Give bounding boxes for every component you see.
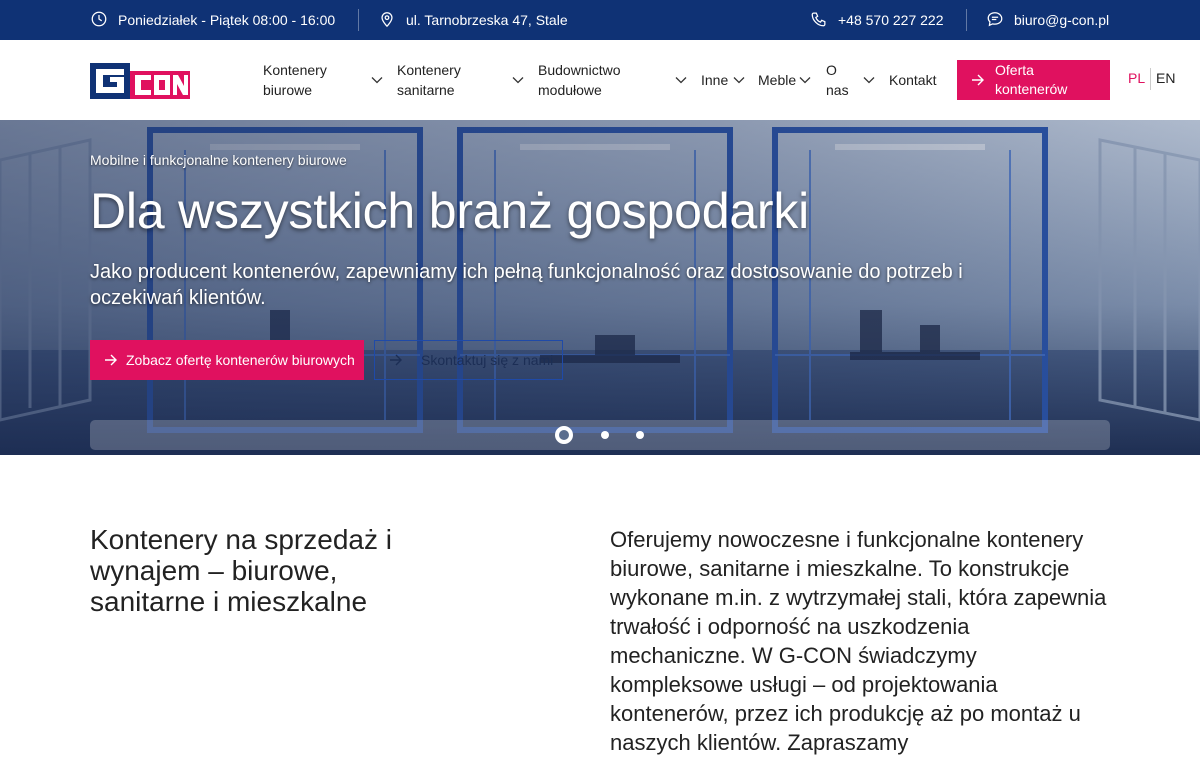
oferta-kontenerow-button[interactable]: Oferta kontenerów — [957, 60, 1110, 100]
nav-label: sanitarne — [397, 82, 455, 98]
nav-meble[interactable]: Meble — [758, 40, 814, 120]
intro-text: Oferujemy nowoczesne i funkcjonalne kont… — [610, 527, 1107, 755]
contact-us-button[interactable]: Skontaktuj się z nami — [374, 340, 563, 380]
hero-eyebrow: Mobilne i funkcjonalne kontenery biurowe — [90, 152, 347, 168]
chevron-down-icon — [675, 77, 687, 84]
opening-hours: Poniedziałek - Piątek 08:00 - 16:00 — [90, 0, 335, 40]
chevron-down-icon — [799, 77, 811, 84]
gcon-logo[interactable] — [90, 63, 190, 99]
nav-label: O — [826, 62, 837, 78]
clock-icon — [90, 10, 108, 31]
chevron-down-icon — [863, 77, 875, 84]
nav-label: biurowe — [263, 82, 313, 98]
opening-hours-text: Poniedziałek - Piątek 08:00 - 16:00 — [118, 12, 336, 28]
address-text: ul. Tarnobrzeska 47, Stale — [406, 12, 568, 28]
chevron-down-icon — [512, 77, 524, 84]
email-link[interactable]: biuro@g-con.pl — [986, 0, 1109, 40]
nav-inne[interactable]: Inne — [701, 40, 747, 120]
chevron-down-icon — [371, 77, 383, 84]
nav-kontenery-biurowe[interactable]: Kontenery biurowe — [263, 40, 385, 120]
arrow-right-icon — [390, 354, 402, 366]
nav-budownictwo-modulowe[interactable]: Budownictwo modułowe — [538, 40, 688, 120]
slide-dot[interactable] — [636, 431, 644, 439]
chevron-down-icon — [733, 77, 745, 84]
nav-label: Kontenery — [397, 62, 461, 78]
button-label: Zobacz ofertę kontenerów biurowych — [126, 352, 355, 368]
phone-link[interactable]: +48 570 227 222 — [810, 0, 944, 40]
location-pin-icon — [378, 10, 396, 31]
nav-label: Meble — [758, 72, 797, 88]
see-office-containers-button[interactable]: Zobacz ofertę kontenerów biurowych — [90, 340, 364, 380]
hero-title: Dla wszystkich branż gospodarki — [90, 183, 810, 239]
arrow-right-icon — [972, 74, 984, 86]
chat-icon — [986, 10, 1004, 31]
nav-o-nas[interactable]: Onas — [826, 40, 876, 120]
hero-slider: Mobilne i funkcjonalne kontenery biurowe… — [0, 120, 1200, 455]
cta-label: Oferta — [995, 62, 1034, 78]
main-header: Kontenery biurowe Kontenery sanitarne Budo… — [0, 40, 1200, 120]
nav-kontenery-sanitarne[interactable]: Kontenery sanitarne — [397, 40, 525, 120]
arrow-right-icon — [105, 354, 117, 366]
top-info-bar: Poniedziałek - Piątek 08:00 - 16:00 ul. … — [0, 0, 1200, 40]
nav-label: nas — [826, 82, 849, 98]
cta-label: kontenerów — [995, 81, 1068, 97]
lang-en[interactable]: EN — [1156, 70, 1175, 86]
intro-title: Kontenery na sprzedaż i wynajem – biurow… — [90, 524, 392, 617]
slide-dot[interactable] — [601, 431, 609, 439]
slider-pagination — [90, 420, 1110, 450]
nav-label: Kontakt — [889, 72, 937, 88]
nav-label: Budownictwo — [538, 62, 621, 78]
email-text: biuro@g-con.pl — [1014, 12, 1110, 28]
address[interactable]: ul. Tarnobrzeska 47, Stale — [378, 0, 568, 40]
phone-icon — [810, 10, 828, 31]
slide-dot-active[interactable] — [555, 426, 573, 444]
nav-label: modułowe — [538, 82, 602, 98]
button-label: Skontaktuj się z nami — [421, 352, 554, 368]
nav-label: Kontenery — [263, 62, 327, 78]
nav-kontakt[interactable]: Kontakt — [889, 40, 936, 120]
lang-pl[interactable]: PL — [1128, 70, 1145, 86]
nav-label: Inne — [701, 72, 729, 88]
hero-lead: Jako producent kontenerów, zapewniamy ic… — [90, 261, 963, 309]
phone-text: +48 570 227 222 — [838, 12, 944, 28]
